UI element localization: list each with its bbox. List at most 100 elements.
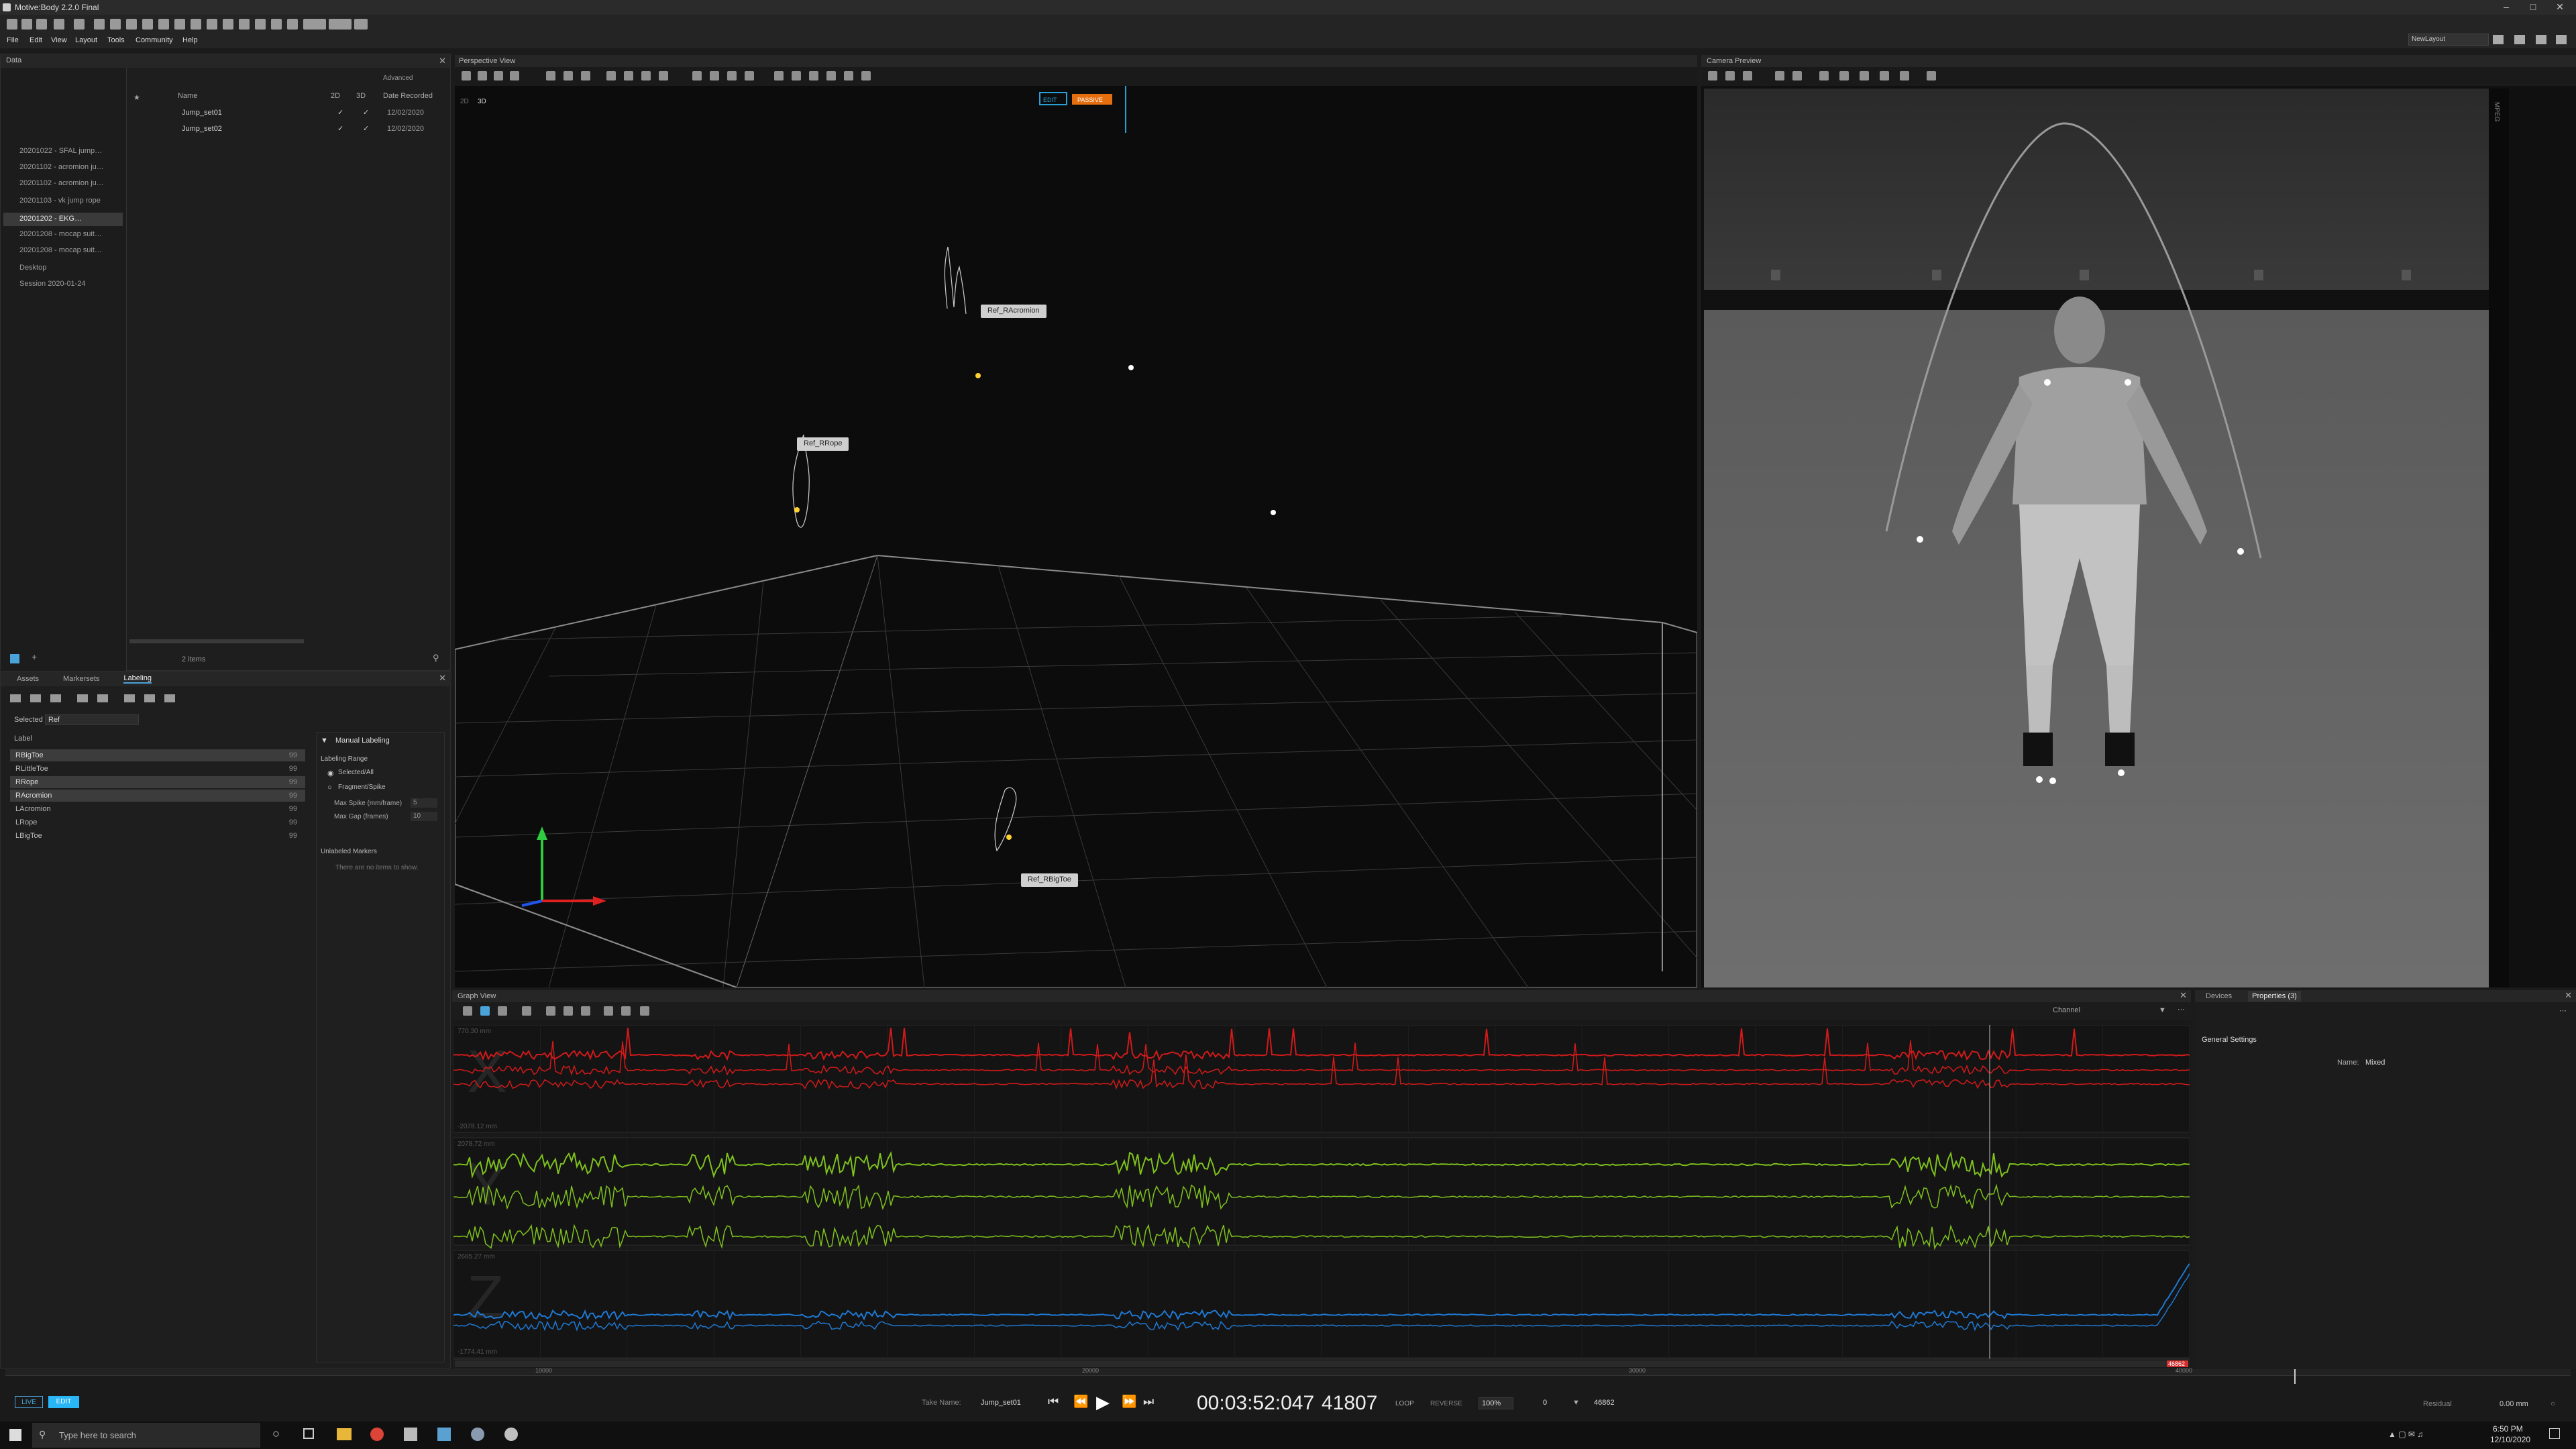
scale-icon[interactable] (659, 71, 668, 80)
marker-label-rbigtoe[interactable]: Ref_RBigToe (1021, 873, 1078, 887)
frame-number[interactable]: 41807 (1322, 1392, 1377, 1415)
marker-icon[interactable] (727, 71, 737, 80)
windows-start-icon[interactable] (9, 1429, 21, 1441)
camera-icon[interactable] (94, 19, 105, 30)
zoom-out-icon[interactable] (1743, 71, 1752, 80)
layout-select[interactable]: NewLayout (2408, 34, 2489, 46)
step-forward-icon[interactable]: ⏩ (1122, 1395, 1136, 1409)
layout-icon[interactable] (2493, 35, 2504, 44)
new-icon[interactable] (7, 19, 17, 30)
tab-devices[interactable]: Devices (2206, 992, 2232, 1000)
tool-icon[interactable] (621, 1006, 631, 1016)
marker-point[interactable] (975, 373, 981, 378)
close-icon[interactable]: ✕ (2565, 990, 2572, 1001)
tool-icon[interactable] (174, 19, 185, 30)
graph-plot[interactable]: X770.30 mm-2078.12 mmY2078.72 mmZ2665.27… (453, 1025, 2190, 1368)
marker-icon[interactable] (710, 71, 719, 80)
notifications-icon[interactable] (2549, 1428, 2560, 1439)
marker-point[interactable] (1006, 835, 1012, 840)
menu-tools[interactable]: Tools (107, 36, 125, 44)
tool-icon[interactable] (604, 1006, 613, 1016)
app-icon[interactable] (437, 1428, 451, 1441)
chart-icon[interactable] (271, 19, 282, 30)
motive-icon[interactable] (404, 1428, 417, 1441)
max-gap-input[interactable]: 10 (411, 812, 437, 821)
taskbar-search[interactable]: ⚲ Type here to search (32, 1423, 260, 1448)
marker-icon[interactable] (692, 71, 702, 80)
session-item[interactable]: 20201208 - mocap suit… (19, 230, 102, 238)
file-explorer-icon[interactable] (337, 1428, 352, 1440)
camera-icon[interactable] (478, 71, 487, 80)
tool-icon[interactable] (124, 694, 135, 702)
channel-label[interactable]: Channel (2053, 1006, 2080, 1014)
search-icon[interactable]: ⚲ (433, 653, 439, 663)
zoom-icon[interactable] (546, 71, 555, 80)
tab-properties[interactable]: Properties (3) (2248, 991, 2301, 1002)
tool-icon[interactable] (463, 1006, 472, 1016)
speed-select[interactable]: 100% (1479, 1397, 1513, 1409)
more-icon[interactable]: ⋯ (2559, 1006, 2567, 1015)
cursor-icon[interactable] (30, 694, 41, 702)
grid-icon[interactable] (462, 71, 471, 80)
col-name[interactable]: Name (178, 92, 197, 100)
take-row[interactable]: Jump_set02 ✓ ✓ 12/02/2020 (128, 123, 450, 136)
chevron-down-icon[interactable]: ▼ (2159, 1006, 2166, 1014)
menu-edit[interactable]: Edit (30, 36, 42, 44)
radio-icon[interactable]: ○ (327, 784, 332, 792)
tool-icon[interactable] (844, 71, 853, 80)
tab-labeling[interactable]: Labeling (123, 674, 152, 684)
link-icon[interactable] (255, 19, 266, 30)
eye-icon[interactable] (774, 71, 784, 80)
marker-icon[interactable] (745, 71, 754, 80)
step-back-icon[interactable]: ⏪ (1073, 1395, 1088, 1409)
tool-icon[interactable] (809, 71, 818, 80)
tool-icon[interactable] (640, 1006, 649, 1016)
more-icon[interactable]: ⋯ (2178, 1005, 2185, 1014)
layout-icon[interactable] (2556, 35, 2567, 44)
tool-icon[interactable] (522, 1006, 531, 1016)
tool-icon[interactable] (1775, 71, 1784, 80)
zoom-icon[interactable] (498, 1006, 507, 1016)
list-item[interactable]: RAcromion 99 (10, 790, 305, 802)
tool-icon[interactable] (826, 71, 836, 80)
list-item[interactable]: RRope 99 (10, 776, 305, 788)
eye-icon[interactable] (10, 694, 21, 702)
marker-point[interactable] (1271, 510, 1276, 515)
camera-image[interactable] (1704, 89, 2489, 987)
reverse-toggle[interactable]: REVERSE (1430, 1400, 1462, 1407)
add-icon[interactable]: + (32, 651, 37, 662)
chevron-down-icon[interactable]: ▼ (321, 737, 328, 745)
name-value[interactable]: Mixed (2365, 1059, 2385, 1067)
save-icon[interactable] (36, 19, 47, 30)
layout-icon[interactable] (2536, 35, 2546, 44)
minimize-icon[interactable]: – (2493, 1, 2520, 12)
app-icon[interactable] (471, 1428, 484, 1441)
marker-point[interactable] (794, 507, 800, 513)
col-3d[interactable]: 3D (356, 92, 366, 100)
grid-icon[interactable] (50, 694, 61, 702)
tool-icon[interactable] (144, 694, 155, 702)
chrome-icon[interactable] (370, 1428, 384, 1441)
edit-button[interactable]: EDIT (48, 1396, 79, 1408)
tool-icon[interactable] (861, 71, 871, 80)
task-view-icon[interactable] (303, 1428, 314, 1439)
range-selection[interactable] (455, 1360, 2188, 1367)
close-icon[interactable]: ✕ (2546, 1, 2573, 13)
passive-tag[interactable]: PASSIVE (1077, 97, 1103, 103)
marker-point[interactable] (1128, 365, 1134, 370)
asset-icon[interactable] (110, 19, 121, 30)
wand-icon[interactable] (207, 19, 217, 30)
rotate-icon[interactable] (641, 71, 651, 80)
edit-tag[interactable]: EDIT (1043, 97, 1057, 103)
layout-icon[interactable] (2514, 35, 2525, 44)
tool-icon[interactable] (1708, 71, 1717, 80)
step-back-icon[interactable] (77, 694, 88, 702)
panel-icon[interactable] (354, 19, 368, 30)
tool-icon[interactable] (792, 71, 801, 80)
perspective-view[interactable]: Perspective View 2D 3D EDIT PASSIVE Ref_… (455, 55, 1697, 987)
close-icon[interactable]: ✕ (439, 56, 446, 66)
take-name-value[interactable]: Jump_set01 (981, 1399, 1021, 1407)
marker-icon[interactable] (158, 19, 169, 30)
menu-file[interactable]: File (7, 36, 19, 44)
menu-view[interactable]: View (51, 36, 67, 44)
